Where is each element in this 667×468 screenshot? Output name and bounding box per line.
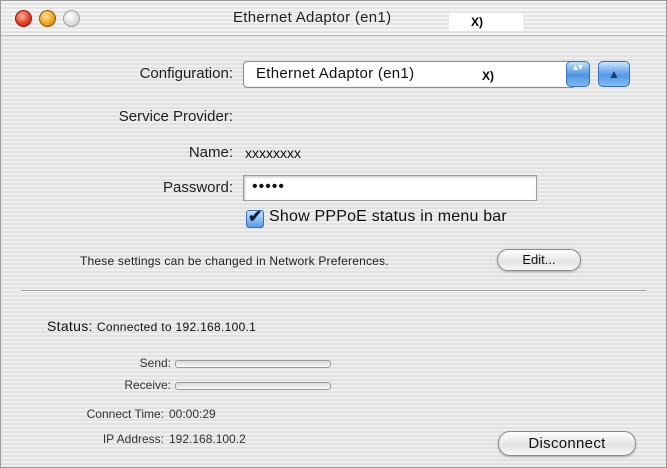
edit-button[interactable]: Edit...	[497, 249, 581, 271]
zoom-button[interactable]	[63, 10, 80, 27]
service-provider-heading: Service Provider:	[118, 108, 233, 125]
show-status-label[interactable]: Show PPPoE status in menu bar	[269, 208, 507, 226]
close-button[interactable]	[15, 10, 32, 27]
status-label: Status:	[47, 318, 93, 334]
receive-activity-bar	[175, 382, 331, 390]
window-title: Ethernet Adaptor (en1)	[233, 9, 392, 26]
configuration-label: Configuration:	[139, 65, 233, 82]
minimize-button[interactable]	[39, 10, 56, 27]
status-line: Status: Connected to 192.168.100.1	[47, 318, 256, 334]
password-value: •••••	[252, 178, 286, 195]
password-label: Password:	[162, 179, 233, 196]
configuration-selected-suffix: X)	[482, 69, 494, 83]
disconnect-button[interactable]: Disconnect	[498, 431, 636, 456]
checkmark-icon: ✔	[248, 207, 263, 226]
ip-address-value: 192.168.100.2	[169, 432, 246, 446]
configuration-selected: Ethernet Adaptor (en1)	[256, 65, 415, 82]
configuration-stepper-icon[interactable]: ▴▾	[566, 61, 590, 87]
name-label: Name:	[188, 144, 233, 161]
connect-time-label: Connect Time:	[86, 407, 164, 421]
title-bar[interactable]: Ethernet Adaptor (en1) X)	[1, 1, 666, 36]
network-preferences-info: These settings can be changed in Network…	[80, 254, 389, 268]
name-value: xxxxxxxx	[245, 145, 301, 161]
receive-label: Receive:	[124, 378, 171, 392]
section-divider	[21, 290, 646, 292]
disclosure-triangle-icon[interactable]: ▲	[598, 61, 630, 87]
ip-address-label: IP Address:	[102, 432, 164, 446]
connect-time-value: 00:00:29	[169, 407, 216, 421]
show-status-checkbox[interactable]: ✔	[246, 207, 264, 228]
window-title-suffix: X)	[449, 13, 523, 31]
password-field[interactable]: •••••	[243, 175, 537, 201]
status-value: Connected to 192.168.100.1	[96, 320, 257, 334]
send-activity-bar	[175, 360, 331, 368]
send-label: Send:	[139, 356, 171, 370]
pppoe-window: Ethernet Adaptor (en1) X) Configuration:…	[0, 0, 667, 468]
configuration-popup[interactable]: Ethernet Adaptor (en1) X)	[243, 61, 576, 88]
